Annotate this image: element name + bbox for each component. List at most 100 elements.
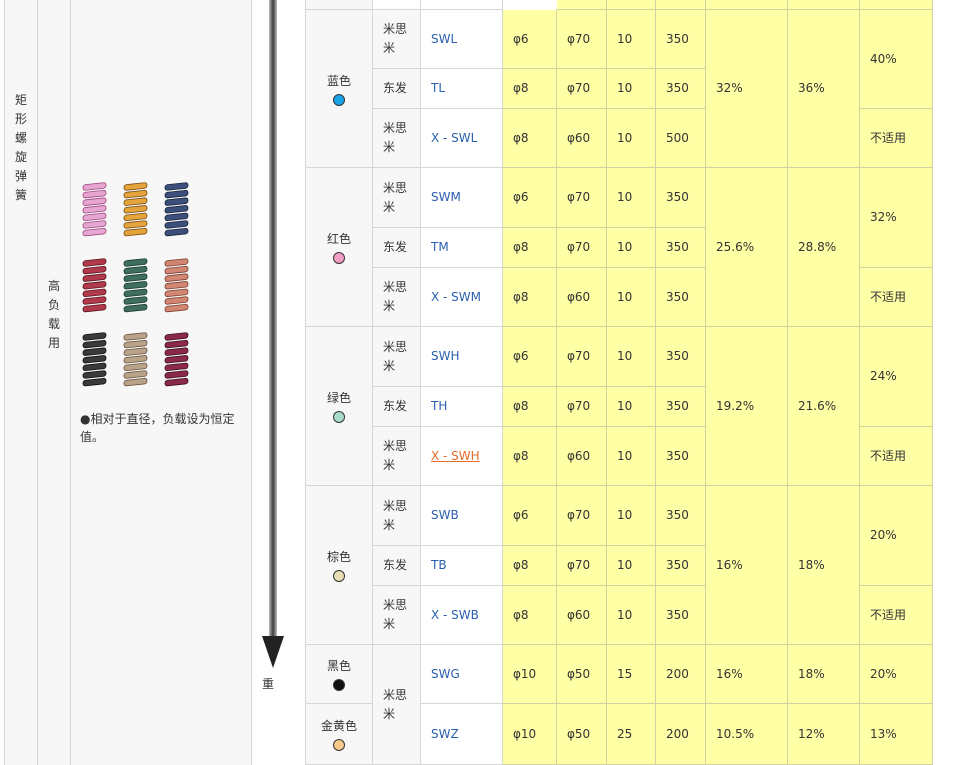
value-cell: 10 [607, 546, 656, 586]
black-spring-image [82, 331, 107, 387]
usage-char: 载 [47, 317, 60, 331]
value-cell: 200 [656, 704, 706, 765]
maker-cell: 米思米 [373, 327, 421, 387]
spring-image-column: ●相对于直径，负载设为恒定值。 [71, 0, 252, 765]
table-top-partial-cell [557, 0, 607, 10]
value-cell: 10 [607, 228, 656, 268]
table-top-partial-cell [706, 0, 788, 10]
maker-cell: 东发 [373, 546, 421, 586]
tan-spring-image [123, 331, 148, 387]
rate-cell: 32% [706, 10, 788, 168]
diameter-cell: φ10 [503, 645, 557, 704]
model-link[interactable]: X - SWB [421, 586, 503, 645]
color-dot-icon [333, 570, 345, 582]
rate-cell: 19.2% [706, 327, 788, 486]
maker-cell: 米思米 [373, 586, 421, 645]
maker-cell: 米思米 [373, 427, 421, 486]
rate-cell: 40% [860, 10, 933, 109]
diameter-cell: φ10 [503, 704, 557, 765]
value-cell: 10 [607, 69, 656, 109]
diameter-cell: φ8 [503, 387, 557, 427]
load-direction-arrow-head-icon [262, 636, 284, 668]
rate-cell: 不适用 [860, 109, 933, 168]
rate-cell: 13% [860, 704, 933, 765]
model-link[interactable]: TM [421, 228, 503, 268]
heavy-label: 重 [262, 677, 275, 691]
category-char: 旋 [14, 150, 27, 164]
value-cell: 350 [656, 387, 706, 427]
diameter-cell: φ70 [557, 10, 607, 69]
table-top-partial-cell [306, 0, 373, 10]
usage-char: 用 [47, 336, 60, 350]
value-cell: 10 [607, 387, 656, 427]
maker-cell: 米思米 [373, 268, 421, 327]
pink-spring-image [82, 181, 107, 237]
navy-spring-image [164, 181, 189, 237]
load-direction-arrow-line [269, 0, 277, 642]
color-dot-icon [333, 679, 345, 691]
rate-cell: 不适用 [860, 268, 933, 327]
color-group-cell: 蓝色 [306, 10, 373, 168]
color-dot-icon [333, 93, 345, 106]
rate-cell: 12% [788, 704, 860, 765]
load-note-text: ●相对于直径，负载设为恒定值。 [80, 412, 235, 444]
color-name-label: 棕色 [326, 550, 351, 564]
diameter-cell: φ8 [503, 586, 557, 645]
rate-cell: 18% [788, 486, 860, 645]
table-top-partial-cell [788, 0, 860, 10]
red-spring-image [82, 257, 107, 313]
diameter-cell: φ50 [557, 704, 607, 765]
model-link[interactable]: X - SWL [421, 109, 503, 168]
diameter-cell: φ8 [503, 427, 557, 486]
model-link[interactable]: SWL [421, 10, 503, 69]
maker-cell: 东发 [373, 228, 421, 268]
model-link[interactable]: SWZ [421, 704, 503, 765]
table-top-partial-cell [860, 0, 933, 10]
model-link[interactable]: TH [421, 387, 503, 427]
diameter-cell: φ8 [503, 228, 557, 268]
value-cell: 10 [607, 327, 656, 387]
value-cell: 350 [656, 10, 706, 69]
diameter-cell: φ70 [557, 486, 607, 546]
model-link[interactable]: SWG [421, 645, 503, 704]
model-link[interactable]: X - SWM [421, 268, 503, 327]
maker-cell: 东发 [373, 69, 421, 109]
value-cell: 10 [607, 268, 656, 327]
rate-cell: 36% [788, 10, 860, 168]
maker-cell: 米思米 [373, 168, 421, 228]
maker-cell: 米思米 [373, 486, 421, 546]
value-cell: 25 [607, 704, 656, 765]
color-dot-icon [333, 739, 345, 751]
diameter-cell: φ70 [557, 327, 607, 387]
value-cell: 350 [656, 168, 706, 228]
diameter-cell: φ6 [503, 327, 557, 387]
rate-cell: 10.5% [706, 704, 788, 765]
value-cell: 350 [656, 427, 706, 486]
model-link[interactable]: TL [421, 69, 503, 109]
color-group-cell: 棕色 [306, 486, 373, 645]
model-link[interactable]: SWH [421, 327, 503, 387]
rate-cell: 18% [788, 645, 860, 704]
color-name-label: 红色 [326, 232, 351, 246]
color-dot-icon [333, 411, 345, 423]
diameter-cell: φ70 [557, 168, 607, 228]
value-cell: 350 [656, 586, 706, 645]
maker-cell: 米思米 [373, 109, 421, 168]
value-cell: 350 [656, 546, 706, 586]
diameter-cell: φ50 [557, 645, 607, 704]
diameter-cell: φ70 [557, 228, 607, 268]
salmon-spring-image [164, 257, 189, 313]
model-link[interactable]: SWB [421, 486, 503, 546]
model-link[interactable]: X - SWH [421, 427, 503, 486]
value-cell: 350 [656, 69, 706, 109]
model-link[interactable]: SWM [421, 168, 503, 228]
value-cell: 10 [607, 168, 656, 228]
rate-cell: 24% [860, 327, 933, 427]
color-group-cell: 黑色 [306, 645, 373, 704]
color-name-label: 金黄色 [320, 719, 357, 733]
model-link[interactable]: TB [421, 546, 503, 586]
maker-cell: 东发 [373, 387, 421, 427]
color-name-label: 绿色 [326, 391, 351, 405]
table-top-partial-cell [607, 0, 656, 10]
rate-cell: 28.8% [788, 168, 860, 327]
